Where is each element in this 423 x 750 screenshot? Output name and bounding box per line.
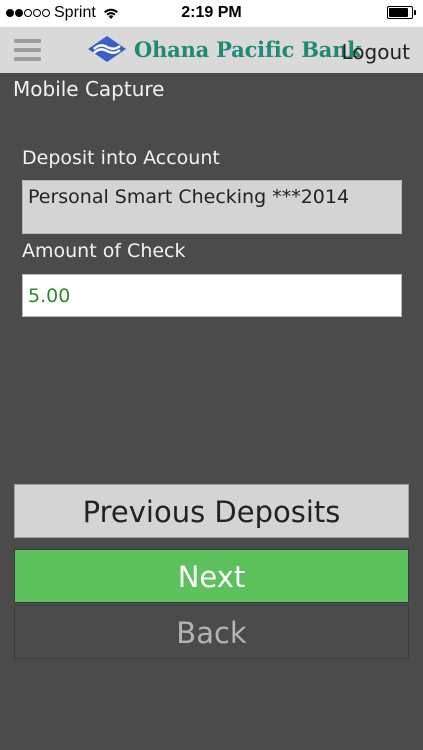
logout-button[interactable]: Logout: [342, 40, 410, 64]
status-time: 2:19 PM: [181, 4, 242, 21]
page-title: Mobile Capture: [13, 77, 165, 101]
status-bar: Sprint 2:19 PM: [0, 0, 423, 27]
bank-logo: Ohana Pacific Bank: [86, 34, 362, 64]
app-header: Ohana Pacific Bank Logout: [0, 27, 423, 73]
back-button[interactable]: Back: [14, 605, 409, 659]
bank-logo-icon: [88, 36, 126, 62]
previous-deposits-button[interactable]: Previous Deposits: [14, 484, 409, 538]
account-label: Deposit into Account: [22, 147, 220, 169]
battery-icon: [387, 6, 416, 19]
account-select[interactable]: Personal Smart Checking ***2014: [22, 180, 402, 234]
amount-label: Amount of Check: [22, 240, 186, 262]
bank-name: Ohana Pacific Bank: [134, 36, 362, 62]
next-button[interactable]: Next: [14, 549, 409, 603]
hamburger-menu-icon[interactable]: [14, 39, 41, 61]
amount-input[interactable]: [22, 274, 402, 317]
